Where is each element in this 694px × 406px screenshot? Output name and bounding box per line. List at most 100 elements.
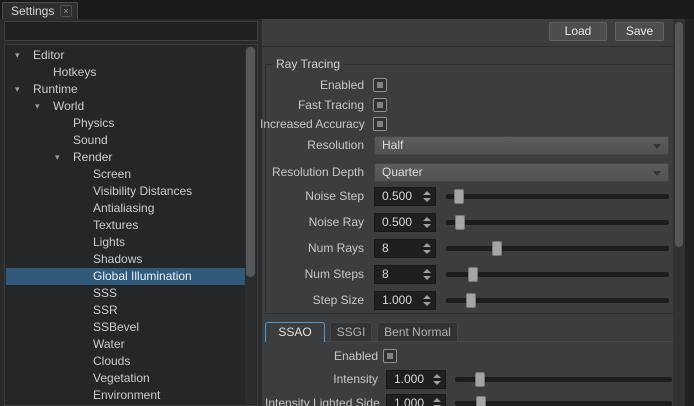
noise-ray-input[interactable]: 0.500 (374, 213, 436, 232)
settings-scrollbar-thumb[interactable] (675, 22, 683, 247)
tree-item[interactable]: SSS (6, 285, 247, 302)
intensity-lighted-side-label: Intensity Lighted Side (265, 396, 378, 406)
enabled-checkbox[interactable] (373, 78, 387, 92)
slider-track[interactable] (446, 298, 669, 303)
tree-item[interactable]: Sound (6, 132, 247, 149)
tree-scrollbar-thumb[interactable] (246, 47, 255, 277)
toolbar-divider (262, 46, 673, 47)
intensity-slider[interactable] (455, 370, 672, 389)
noise-step-input[interactable]: 0.500 (374, 187, 436, 206)
tree-item[interactable]: Hotkeys (6, 64, 247, 81)
intensity-value: 1.000 (394, 372, 424, 386)
noise-step-value: 0.500 (382, 189, 412, 203)
load-button[interactable]: Load (549, 22, 607, 41)
noise-ray-slider[interactable] (446, 213, 669, 232)
step-size-input[interactable]: 1.000 (374, 291, 436, 310)
ssao-enabled-row: Enabled (265, 348, 674, 367)
resolution-depth-row: Resolution Depth Quarter (266, 163, 673, 182)
slider-handle[interactable] (492, 241, 502, 256)
noise-ray-row: Noise Ray 0.500 (266, 213, 673, 232)
tab-bent-normal[interactable]: Bent Normal (377, 322, 458, 342)
tree-item[interactable]: Screen (6, 166, 247, 183)
spinner-arrows-icon[interactable] (431, 396, 443, 406)
ssao-enabled-checkbox[interactable] (383, 349, 397, 363)
tab-settings[interactable]: Settings × (2, 2, 78, 19)
num-rays-label: Num Rays (260, 241, 364, 255)
spinner-arrows-icon[interactable] (421, 293, 433, 308)
checkbox-mark (377, 82, 383, 88)
ray-tracing-group: Ray Tracing Enabled Fast Tracing Increas… (265, 64, 674, 314)
num-steps-slider[interactable] (446, 265, 669, 284)
noise-ray-value: 0.500 (382, 215, 412, 229)
search-input[interactable] (4, 21, 258, 41)
slider-handle[interactable] (468, 267, 478, 282)
slider-track[interactable] (455, 377, 672, 382)
tab-ssgi[interactable]: SSGI (330, 322, 372, 342)
tree-item[interactable]: Textures (6, 217, 247, 234)
save-button[interactable]: Save (615, 22, 664, 41)
tree-item[interactable]: SSR (6, 302, 247, 319)
intensity-input[interactable]: 1.000 (386, 370, 446, 389)
slider-track[interactable] (446, 246, 669, 251)
slider-track[interactable] (446, 220, 669, 225)
slider-handle[interactable] (476, 396, 486, 406)
tree-item[interactable]: Antialiasing (6, 200, 247, 217)
resolution-value: Half (382, 138, 403, 152)
slider-track[interactable] (455, 401, 672, 406)
tree-item[interactable]: SSBevel (6, 319, 247, 336)
tree-item[interactable]: Environment (6, 387, 247, 404)
tree-item[interactable]: Water (6, 336, 247, 353)
slider-handle[interactable] (455, 215, 465, 230)
fast-tracing-checkbox[interactable] (373, 98, 387, 112)
tree-item[interactable]: ▾World (6, 98, 247, 115)
num-rays-input[interactable]: 8 (374, 239, 436, 258)
tab-ssao[interactable]: SSAO (265, 322, 325, 342)
resolution-dropdown[interactable]: Half (374, 136, 669, 155)
tree-item[interactable]: Lights (6, 234, 247, 251)
close-icon[interactable]: × (60, 5, 72, 17)
ssao-pane: Enabled Intensity 1.000 Intensity Lighte… (265, 342, 674, 406)
slider-track[interactable] (446, 194, 669, 199)
spinner-arrows-icon[interactable] (421, 267, 433, 282)
chevron-down-icon[interactable]: ▾ (35, 98, 40, 115)
tree-item[interactable]: Clouds (6, 353, 247, 370)
tree-scrollbar[interactable] (245, 46, 256, 404)
tree-item[interactable]: Shadows (6, 251, 247, 268)
tree-item-selected[interactable]: Global Illumination (6, 268, 247, 285)
intensity-lighted-side-input[interactable]: 1.000 (386, 394, 446, 406)
increased-accuracy-checkbox[interactable] (373, 117, 387, 131)
noise-step-slider[interactable] (446, 187, 669, 206)
spinner-arrows-icon[interactable] (421, 215, 433, 230)
resolution-row: Resolution Half (266, 136, 673, 155)
chevron-down-icon[interactable]: ▾ (15, 81, 20, 98)
increased-accuracy-row: Increased Accuracy (266, 115, 673, 134)
slider-handle[interactable] (466, 293, 476, 308)
resolution-depth-dropdown[interactable]: Quarter (374, 163, 669, 182)
tree-item[interactable]: ▾Render (6, 149, 247, 166)
tree-item[interactable]: Vegetation (6, 370, 247, 387)
chevron-down-icon[interactable]: ▾ (55, 149, 60, 166)
chevron-down-icon (653, 144, 661, 149)
num-steps-input[interactable]: 8 (374, 265, 436, 284)
intensity-lighted-side-slider[interactable] (455, 394, 672, 406)
tree-item[interactable]: ▾Editor (6, 47, 247, 64)
spinner-arrows-icon[interactable] (421, 189, 433, 204)
settings-scrollbar[interactable] (673, 19, 685, 406)
tree-item[interactable]: Visibility Distances (6, 183, 247, 200)
slider-handle[interactable] (454, 189, 464, 204)
checkbox-mark (377, 102, 383, 108)
num-rays-slider[interactable] (446, 239, 669, 258)
resolution-depth-label: Resolution Depth (260, 165, 364, 179)
step-size-slider[interactable] (446, 291, 669, 310)
window-right-edge (685, 19, 694, 406)
spinner-arrows-icon[interactable] (421, 241, 433, 256)
intensity-lighted-side-value: 1.000 (394, 396, 424, 406)
resolution-label: Resolution (260, 138, 364, 152)
slider-handle[interactable] (475, 372, 485, 387)
slider-track[interactable] (446, 272, 669, 277)
spinner-arrows-icon[interactable] (431, 372, 443, 387)
tree-item[interactable]: ▾Runtime (6, 81, 247, 98)
chevron-down-icon[interactable]: ▾ (15, 47, 20, 64)
tree-item[interactable]: Physics (6, 115, 247, 132)
group-title: Ray Tracing (272, 57, 344, 71)
